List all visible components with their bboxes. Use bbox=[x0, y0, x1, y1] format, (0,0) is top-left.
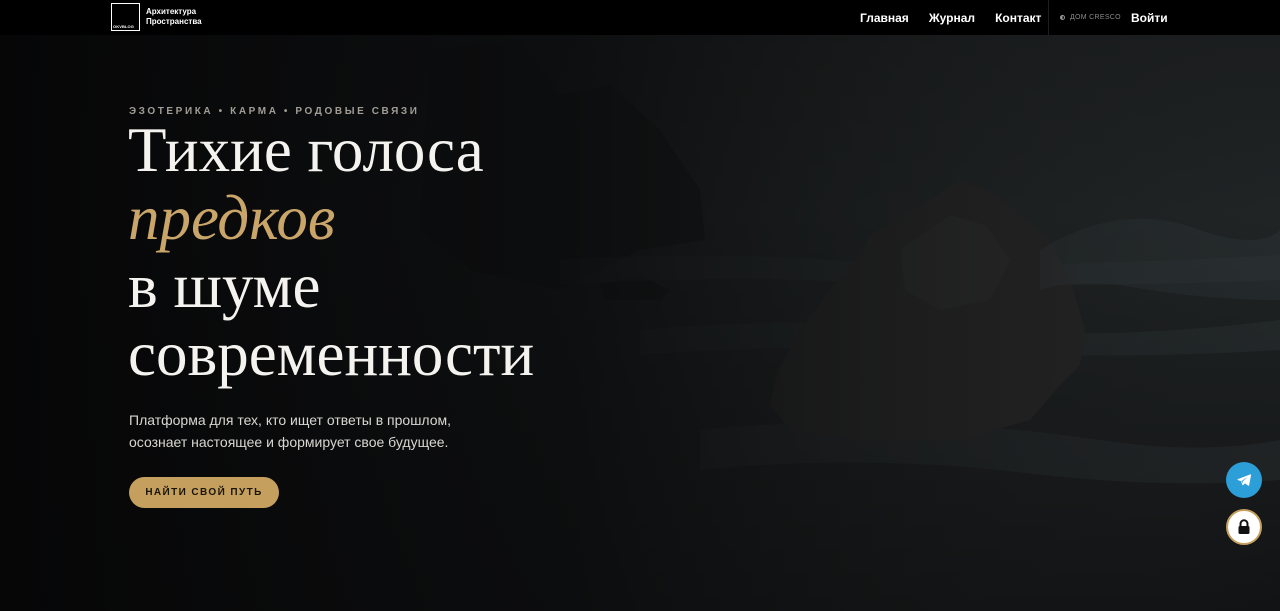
logo-mark-text: OKVBLOG bbox=[113, 24, 134, 29]
logo-mark: OKVBLOG bbox=[111, 3, 140, 31]
top-navigation-bar: OKVBLOG Архитектура Пространства Главная… bbox=[0, 0, 1280, 35]
hero-subtitle-line-1: Платформа для тех, кто ищет ответы в про… bbox=[129, 412, 452, 428]
nav-link-home[interactable]: Главная bbox=[860, 11, 909, 25]
brand-label: ДОМ CRESCO bbox=[1070, 14, 1121, 21]
hero-title-accent: предков bbox=[128, 183, 336, 253]
telegram-button[interactable] bbox=[1226, 462, 1262, 498]
half-circle-icon bbox=[1060, 15, 1065, 20]
hero-title-line-4: современности bbox=[128, 319, 535, 389]
hero-title: Тихие голоса предков в шуме современност… bbox=[128, 116, 534, 388]
hero-subtitle: Платформа для тех, кто ищет ответы в про… bbox=[129, 409, 451, 453]
site-logo[interactable]: OKVBLOG Архитектура Пространства bbox=[111, 3, 202, 31]
telegram-icon bbox=[1237, 474, 1252, 486]
nav-link-journal[interactable]: Журнал bbox=[929, 11, 975, 25]
logo-line-2: Пространства bbox=[146, 17, 202, 26]
brand-switcher[interactable]: ДОМ CRESCO bbox=[1060, 0, 1121, 35]
logo-wordmark: Архитектура Пространства bbox=[146, 7, 202, 27]
find-your-path-button[interactable]: НАЙТИ СВОЙ ПУТЬ bbox=[129, 477, 279, 508]
login-button[interactable]: Войти bbox=[1131, 0, 1168, 35]
main-nav: Главная Журнал Контакт bbox=[860, 0, 1061, 35]
nav-divider bbox=[1048, 0, 1049, 35]
logo-line-1: Архитектура bbox=[146, 7, 197, 16]
nav-link-contact[interactable]: Контакт bbox=[995, 11, 1041, 25]
lock-button[interactable] bbox=[1226, 509, 1262, 545]
hero-title-line-1: Тихие голоса bbox=[128, 115, 484, 185]
hero-title-line-3: в шуме bbox=[128, 251, 321, 321]
lock-icon bbox=[1238, 519, 1250, 534]
hero-subtitle-line-2: осознает настоящее и формирует свое буду… bbox=[129, 434, 449, 450]
